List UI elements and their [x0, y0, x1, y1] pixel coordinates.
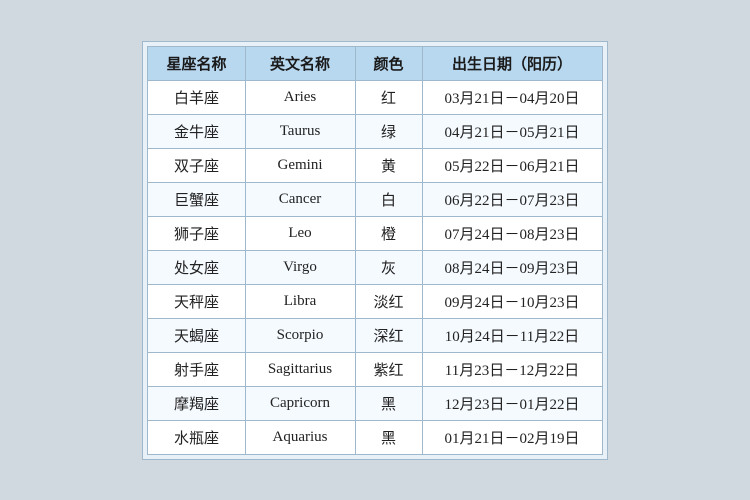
cell-date: 04月21日－05月21日 [422, 114, 602, 148]
cell-chinese: 天蝎座 [148, 318, 245, 352]
cell-color: 黄 [355, 148, 422, 182]
cell-date: 12月23日－01月22日 [422, 386, 602, 420]
table-row: 天秤座Libra淡红09月24日－10月23日 [148, 284, 602, 318]
cell-color: 白 [355, 182, 422, 216]
header-english: 英文名称 [245, 46, 355, 80]
zodiac-table-container: 星座名称 英文名称 颜色 出生日期（阳历） 白羊座Aries红03月21日－04… [142, 41, 607, 460]
cell-english: Taurus [245, 114, 355, 148]
cell-color: 黑 [355, 420, 422, 454]
cell-english: Capricorn [245, 386, 355, 420]
cell-color: 绿 [355, 114, 422, 148]
table-row: 射手座Sagittarius紫红11月23日－12月22日 [148, 352, 602, 386]
cell-color: 深红 [355, 318, 422, 352]
cell-chinese: 白羊座 [148, 80, 245, 114]
cell-english: Sagittarius [245, 352, 355, 386]
cell-english: Virgo [245, 250, 355, 284]
cell-chinese: 射手座 [148, 352, 245, 386]
cell-english: Cancer [245, 182, 355, 216]
cell-chinese: 双子座 [148, 148, 245, 182]
header-color: 颜色 [355, 46, 422, 80]
cell-chinese: 狮子座 [148, 216, 245, 250]
cell-chinese: 水瓶座 [148, 420, 245, 454]
cell-color: 紫红 [355, 352, 422, 386]
cell-date: 09月24日－10月23日 [422, 284, 602, 318]
cell-english: Libra [245, 284, 355, 318]
table-row: 处女座Virgo灰08月24日－09月23日 [148, 250, 602, 284]
cell-chinese: 摩羯座 [148, 386, 245, 420]
cell-chinese: 天秤座 [148, 284, 245, 318]
cell-date: 10月24日－11月22日 [422, 318, 602, 352]
cell-date: 03月21日－04月20日 [422, 80, 602, 114]
cell-english: Gemini [245, 148, 355, 182]
cell-color: 灰 [355, 250, 422, 284]
cell-date: 06月22日－07月23日 [422, 182, 602, 216]
cell-english: Scorpio [245, 318, 355, 352]
zodiac-table: 星座名称 英文名称 颜色 出生日期（阳历） 白羊座Aries红03月21日－04… [147, 46, 602, 455]
header-date: 出生日期（阳历） [422, 46, 602, 80]
cell-chinese: 巨蟹座 [148, 182, 245, 216]
header-chinese: 星座名称 [148, 46, 245, 80]
table-row: 白羊座Aries红03月21日－04月20日 [148, 80, 602, 114]
table-row: 双子座Gemini黄05月22日－06月21日 [148, 148, 602, 182]
cell-date: 11月23日－12月22日 [422, 352, 602, 386]
cell-color: 淡红 [355, 284, 422, 318]
cell-date: 01月21日－02月19日 [422, 420, 602, 454]
table-row: 水瓶座Aquarius黑01月21日－02月19日 [148, 420, 602, 454]
table-row: 天蝎座Scorpio深红10月24日－11月22日 [148, 318, 602, 352]
table-row: 狮子座Leo橙07月24日－08月23日 [148, 216, 602, 250]
table-row: 巨蟹座Cancer白06月22日－07月23日 [148, 182, 602, 216]
table-row: 金牛座Taurus绿04月21日－05月21日 [148, 114, 602, 148]
cell-chinese: 金牛座 [148, 114, 245, 148]
cell-color: 黑 [355, 386, 422, 420]
cell-date: 08月24日－09月23日 [422, 250, 602, 284]
cell-date: 07月24日－08月23日 [422, 216, 602, 250]
cell-chinese: 处女座 [148, 250, 245, 284]
cell-english: Aquarius [245, 420, 355, 454]
cell-color: 红 [355, 80, 422, 114]
table-row: 摩羯座Capricorn黑12月23日－01月22日 [148, 386, 602, 420]
cell-date: 05月22日－06月21日 [422, 148, 602, 182]
cell-english: Leo [245, 216, 355, 250]
cell-english: Aries [245, 80, 355, 114]
table-header-row: 星座名称 英文名称 颜色 出生日期（阳历） [148, 46, 602, 80]
cell-color: 橙 [355, 216, 422, 250]
